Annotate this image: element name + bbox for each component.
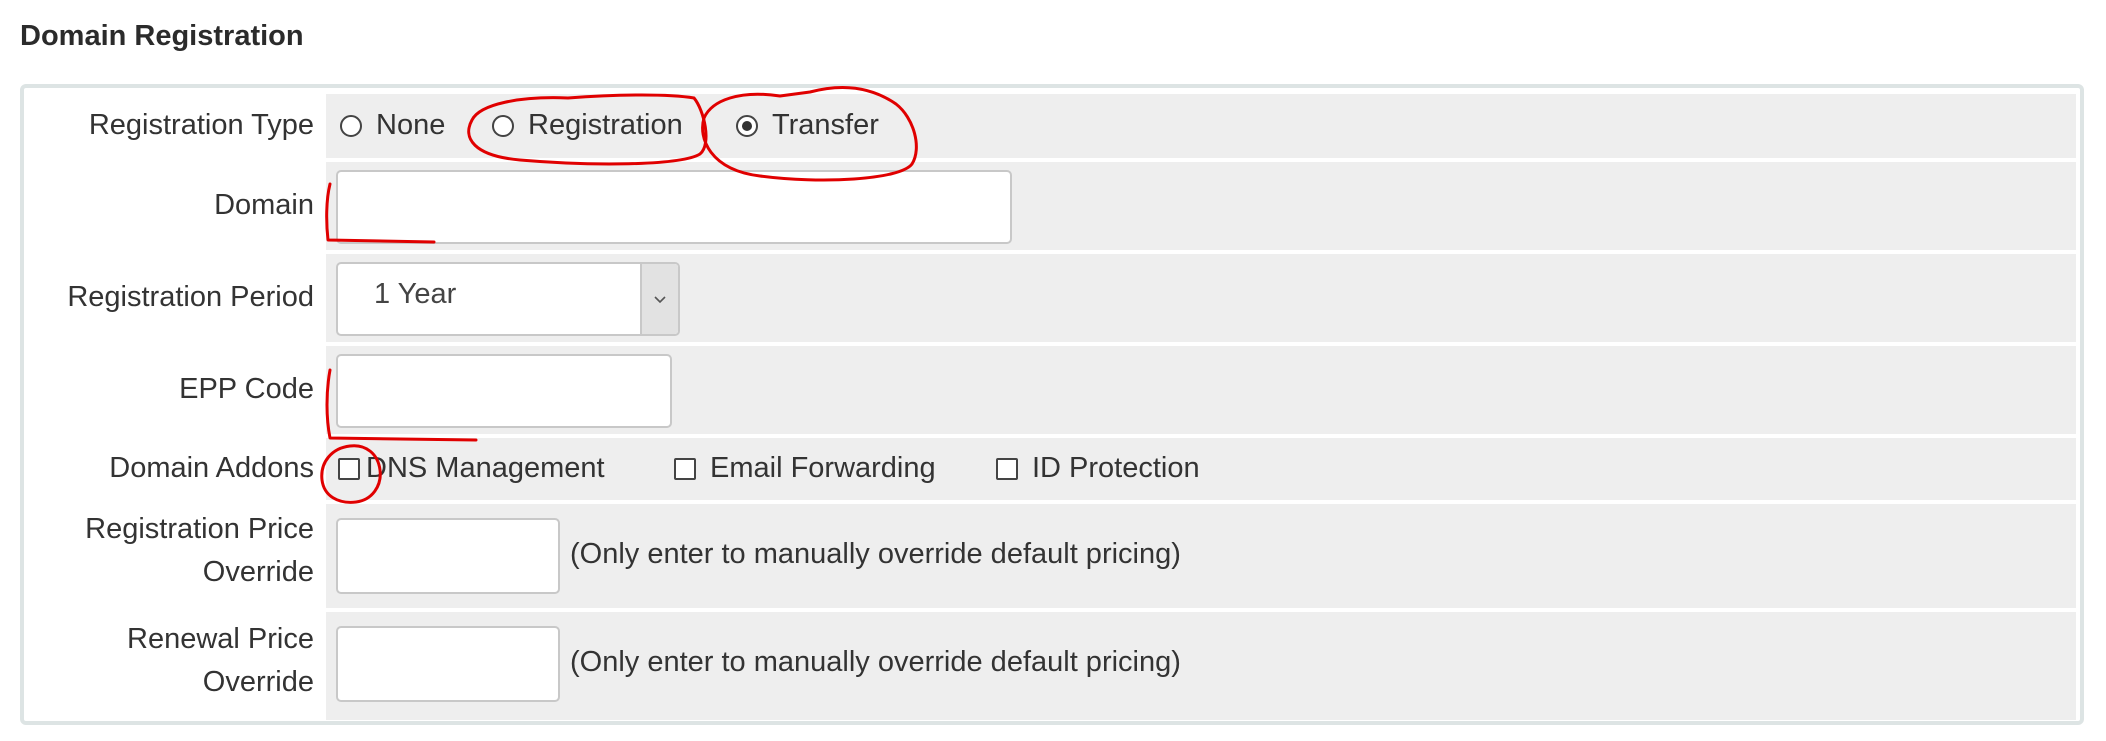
registration-type-label: Registration Type [88,109,314,141]
checkbox-dns-management[interactable] [338,458,360,480]
renewal-price-override-label: Renewal Price Override [24,618,314,704]
registration-price-override-label-line1: Registration Price [85,513,314,545]
registration-price-override-hint: (Only enter to manually override default… [570,538,1181,570]
registration-price-override-row: Registration Price Override (Only enter … [24,504,2080,608]
registration-period-label: Registration Period [67,281,314,313]
domain-input[interactable] [336,170,1012,244]
renewal-price-override-label-line2: Override [202,666,314,698]
select-arrow-button[interactable] [640,264,678,334]
registration-price-override-label-line2: Override [202,556,314,588]
registration-period-value: 1 Year [374,278,457,310]
checkbox-id-protection[interactable] [996,458,1018,480]
epp-code-label: EPP Code [179,373,314,405]
registration-price-override-label: Registration Price Override [24,508,314,594]
renewal-price-override-hint: (Only enter to manually override default… [570,646,1181,678]
registration-price-override-field: (Only enter to manually override default… [326,504,2076,608]
epp-code-row: EPP Code [24,346,2080,434]
renewal-price-override-row: Renewal Price Override (Only enter to ma… [24,612,2080,720]
radio-transfer-label[interactable]: Transfer [772,109,879,142]
domain-row: Domain [24,162,2080,250]
radio-registration[interactable] [492,115,514,137]
registration-period-select[interactable]: 1 Year [336,262,680,336]
checkbox-id-protection-label[interactable]: ID Protection [1032,452,1200,485]
epp-code-field [326,346,2076,434]
renewal-price-override-input[interactable] [336,626,560,702]
renewal-price-override-field: (Only enter to manually override default… [326,612,2076,720]
registration-type-field: None Registration Transfer [326,94,2076,158]
radio-none[interactable] [340,115,362,137]
registration-type-row: Registration Type None Registration Tran… [24,94,2080,158]
epp-code-input[interactable] [336,354,672,428]
radio-none-label[interactable]: None [376,109,445,142]
domain-label: Domain [214,189,314,221]
radio-transfer[interactable] [736,115,758,137]
checkbox-dns-management-label[interactable]: DNS Management [366,452,605,485]
checkbox-email-forwarding-label[interactable]: Email Forwarding [710,452,936,485]
domain-registration-panel: Registration Type None Registration Tran… [20,84,2084,725]
registration-period-row: Registration Period 1 Year [24,254,2080,342]
section-title: Domain Registration [20,20,304,52]
radio-registration-label[interactable]: Registration [528,109,683,142]
renewal-price-override-label-line1: Renewal Price [127,623,314,655]
domain-addons-row: Domain Addons DNS Management Email Forwa… [24,438,2080,500]
domain-addons-field: DNS Management Email Forwarding ID Prote… [326,438,2076,500]
registration-price-override-input[interactable] [336,518,560,594]
checkbox-email-forwarding[interactable] [674,458,696,480]
registration-period-field: 1 Year [326,254,2076,342]
domain-addons-label: Domain Addons [109,452,314,484]
chevron-down-icon [654,296,666,304]
domain-field [326,162,2076,250]
